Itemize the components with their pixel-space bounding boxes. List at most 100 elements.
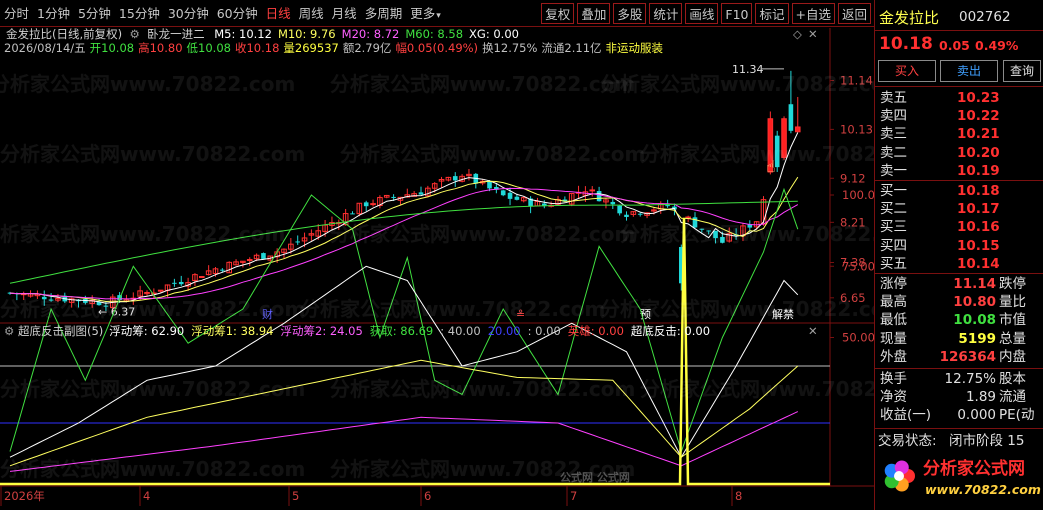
- period-9[interactable]: 多周期: [361, 3, 407, 24]
- candles: [7, 70, 801, 311]
- stat2-right-label: 股本: [999, 371, 1026, 387]
- bid-row[interactable]: 买一 10.18: [875, 182, 1043, 200]
- period-10[interactable]: 更多▾: [406, 3, 445, 24]
- trade-status-value: 闭市阶段 15: [949, 433, 1025, 449]
- candle-body: [589, 189, 596, 192]
- stat-label: 现量: [880, 330, 907, 347]
- stat-row: 最高 10.80 量比: [875, 293, 1043, 311]
- toolbar-btn-6[interactable]: 标记: [755, 2, 789, 24]
- bid-row[interactable]: 买五 10.14: [875, 255, 1043, 273]
- stat2-value: 1.89: [965, 389, 996, 406]
- x-tick-label: 4: [143, 489, 150, 503]
- toolbar-btn-4[interactable]: 画线: [685, 2, 719, 24]
- stat-value: 5199: [958, 330, 996, 347]
- stat2-label: 换手: [880, 371, 907, 387]
- query-button[interactable]: 查询: [1003, 60, 1041, 82]
- ma-value: M5: 10.12: [214, 27, 272, 41]
- sell-button[interactable]: 卖出: [940, 60, 998, 82]
- sub-chart-value: : 0.00: [527, 324, 561, 338]
- book-label: 卖五: [880, 90, 907, 106]
- period-1[interactable]: 1分钟: [33, 3, 74, 24]
- candle-body: [370, 203, 376, 206]
- stat-value: 126364: [939, 348, 996, 365]
- toolbar-btn-8[interactable]: 返回: [837, 2, 871, 24]
- bar-info-item: 额2.79亿: [342, 41, 392, 55]
- stat-right-label: 内盘: [999, 348, 1026, 365]
- stat2-value: 0.000: [957, 407, 996, 424]
- candle-body: [220, 269, 225, 271]
- bar-info-item: 幅0.05(0.49%): [395, 41, 479, 55]
- toolbar-btn-3[interactable]: 统计: [649, 2, 683, 24]
- stat-right-label: 量比: [999, 294, 1026, 311]
- toolbar-btn-7[interactable]: +自选: [791, 2, 835, 24]
- y-tick-label: 6.65: [840, 291, 866, 305]
- period-7[interactable]: 周线: [295, 3, 328, 24]
- quote-panel: 金发拉比 002762 10.18 0.05 0.49% 买入 卖出 查询 卖五 10.23 卖四 1…: [874, 0, 1043, 510]
- stat2-label: 收益(一): [880, 407, 932, 424]
- stock-name: 金发拉比: [879, 9, 940, 27]
- book-label: 买三: [880, 219, 907, 236]
- book-price: 10.17: [957, 201, 1000, 218]
- period-4[interactable]: 30分钟: [164, 3, 213, 24]
- stat-row: 现量 5199 总量: [875, 330, 1043, 348]
- book-price: 10.22: [957, 108, 1000, 125]
- book-label: 买一: [880, 183, 907, 199]
- sub-chart-close-icon[interactable]: ✕: [808, 324, 818, 338]
- ask-row[interactable]: 卖五 10.23: [875, 89, 1043, 107]
- ask-row[interactable]: 卖四 10.22: [875, 107, 1043, 125]
- stat-row: 外盘 126364 内盘: [875, 348, 1043, 366]
- bid-row[interactable]: 买二 10.17: [875, 200, 1043, 218]
- toolbar-btn-0[interactable]: 复权: [541, 2, 575, 24]
- sub-chart-gear-icon[interactable]: ⚙: [4, 324, 18, 338]
- period-0[interactable]: 分时: [0, 3, 33, 24]
- candle-body: [685, 216, 691, 219]
- sub-y-tick-label: 100.0: [842, 188, 874, 202]
- ask-row[interactable]: 卖一 10.19: [875, 162, 1043, 180]
- chart-title-line: 金发拉比(日线,前复权) ⚙ 卧龙一进二 M5: 10.12 M10: 9.76 M…: [6, 27, 519, 41]
- period-6[interactable]: 日线: [262, 3, 295, 24]
- toolbar-btn-1[interactable]: 叠加: [577, 2, 611, 24]
- stat2-row: 换手 12.75% 股本: [875, 370, 1043, 388]
- ask-row[interactable]: 卖二 10.20: [875, 144, 1043, 162]
- sub-chart-title[interactable]: 超底反击副图(5): [18, 324, 103, 338]
- stat-value: 11.14: [953, 276, 996, 292]
- indicator-gear-icon[interactable]: ⚙: [126, 27, 144, 41]
- period-2[interactable]: 5分钟: [74, 3, 115, 24]
- candle-body: [500, 190, 506, 196]
- bid-row[interactable]: 买三 10.16: [875, 218, 1043, 236]
- period-5[interactable]: 60分钟: [213, 3, 262, 24]
- stat-value: 10.08: [953, 312, 996, 329]
- chart-close-icon[interactable]: ✕: [808, 27, 818, 41]
- toolbar-btn-2[interactable]: 多股: [613, 2, 647, 24]
- chart-svg[interactable]: 11.1410.139.128.217.386.6511.34← 6.37 财 ≗ 预…: [0, 28, 874, 510]
- chart-diamond-icon[interactable]: ◇: [793, 27, 802, 41]
- stat2-label: 净资: [880, 389, 907, 406]
- logo-url: www.70822.com: [925, 482, 1041, 497]
- buy-button[interactable]: 买入: [878, 60, 936, 82]
- candle-body: [699, 228, 705, 230]
- sub-chart-value: 英雄: 0.00: [567, 324, 624, 338]
- stat-label: 最低: [880, 312, 907, 329]
- period-3[interactable]: 15分钟: [115, 3, 164, 24]
- candle-body: [172, 282, 177, 284]
- book-label: 卖二: [880, 144, 907, 161]
- bar-info-item: 换12.75%: [482, 41, 538, 55]
- toolbar-btn-5[interactable]: F10: [721, 2, 753, 24]
- book-price: 10.18: [957, 183, 1000, 199]
- candle-body: [199, 276, 205, 279]
- green-curve: [9, 187, 799, 454]
- indicator-name[interactable]: 卧龙一进二: [147, 27, 205, 41]
- book-price: 10.14: [957, 255, 1000, 272]
- bar-info-item: 开10.08: [89, 41, 135, 55]
- sub-chart-value: 获取: 86.69: [369, 324, 434, 338]
- chart-area[interactable]: 11.14 10.13 9.12 8.21 7.38 6.65 11.34 ← 6.37 财 ≗ 预…: [0, 27, 874, 510]
- ask-row[interactable]: 卖三 10.21: [875, 125, 1043, 143]
- period-8[interactable]: 月线: [328, 3, 361, 24]
- stat-row: 最低 10.08 市值: [875, 311, 1043, 329]
- y-tick-label: 8.21: [840, 215, 866, 229]
- bid-row[interactable]: 买四 10.15: [875, 237, 1043, 255]
- high-label: 11.34: [732, 63, 764, 76]
- sub-chart-title-line: ⚙ 超底反击副图(5) 浮动筹: 62.90 浮动筹1: 38.94 浮动筹2: 24…: [4, 324, 717, 338]
- ma-value: XG: 0.00: [469, 27, 519, 41]
- y-tick-label: 9.12: [840, 171, 866, 185]
